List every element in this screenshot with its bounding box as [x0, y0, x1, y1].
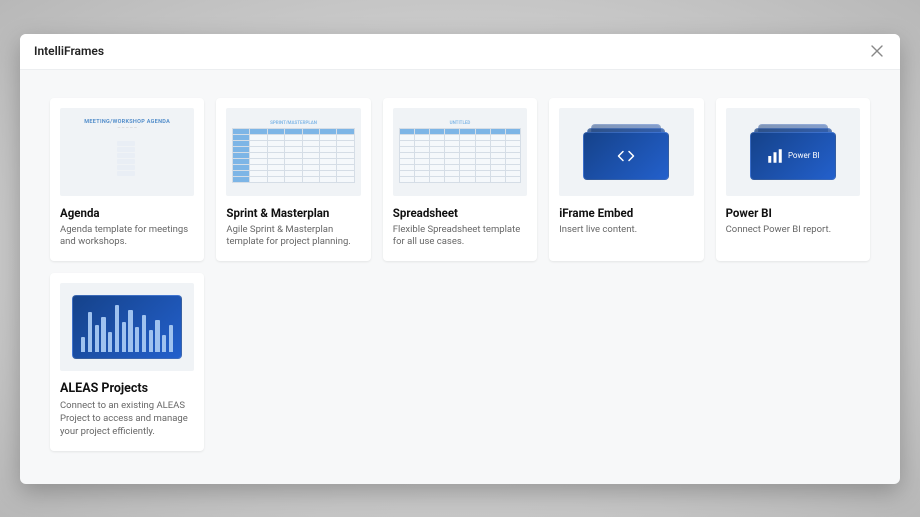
thumb-agenda: MEETING/WORKSHOP AGENDA — — — — —: [60, 108, 194, 196]
card-desc: Agile Sprint & Masterplan template for p…: [226, 224, 360, 250]
template-grid: MEETING/WORKSHOP AGENDA — — — — — Agenda…: [50, 98, 870, 451]
close-button[interactable]: [868, 42, 886, 60]
thumb-aleas: [60, 283, 194, 371]
thumb-spreadsheet: UNTITLED: [393, 108, 527, 196]
close-icon: [871, 45, 883, 57]
thumb-powerbi: Power BI: [726, 108, 860, 196]
thumb-iframe: [559, 108, 693, 196]
bar-chart-icon: [72, 295, 182, 359]
card-iframe[interactable]: iFrame Embed Insert live content.: [549, 98, 703, 262]
card-title: Agenda: [60, 206, 194, 220]
card-sprint[interactable]: SPRINT/MASTERPLAN Sprint & Masterplan: [216, 98, 370, 262]
card-desc: Connect Power BI report.: [726, 224, 860, 237]
card-powerbi[interactable]: Power BI Power BI Connect Power BI repor…: [716, 98, 870, 262]
powerbi-icon: [766, 147, 784, 165]
code-icon: [617, 147, 635, 165]
card-desc: Flexible Spreadsheet template for all us…: [393, 224, 527, 250]
card-title: Power BI: [726, 206, 860, 220]
card-desc: Connect to an existing ALEAS Project to …: [60, 400, 194, 438]
card-title: iFrame Embed: [559, 206, 693, 220]
thumb-sprint-title: SPRINT/MASTERPLAN: [270, 121, 317, 126]
thumb-sprint: SPRINT/MASTERPLAN: [226, 108, 360, 196]
card-agenda[interactable]: MEETING/WORKSHOP AGENDA — — — — — Agenda…: [50, 98, 204, 262]
card-desc: Agenda template for meetings and worksho…: [60, 224, 194, 250]
modal-header: IntelliFrames: [20, 34, 900, 70]
card-title: Sprint & Masterplan: [226, 206, 360, 220]
powerbi-thumb-label: Power BI: [788, 151, 820, 160]
card-title: ALEAS Projects: [60, 381, 194, 396]
thumb-sheet-title: UNTITLED: [450, 121, 471, 126]
intelliframes-modal: IntelliFrames MEETING/WORKSHOP AGENDA — …: [20, 34, 900, 484]
card-aleas[interactable]: ALEAS Projects Connect to an existing AL…: [50, 273, 204, 450]
card-desc: Insert live content.: [559, 224, 693, 237]
modal-body: MEETING/WORKSHOP AGENDA — — — — — Agenda…: [20, 70, 900, 484]
card-title: Spreadsheet: [393, 206, 527, 220]
card-spreadsheet[interactable]: UNTITLED Spreadsheet Flexible Spread: [383, 98, 537, 262]
modal-title: IntelliFrames: [34, 44, 104, 58]
